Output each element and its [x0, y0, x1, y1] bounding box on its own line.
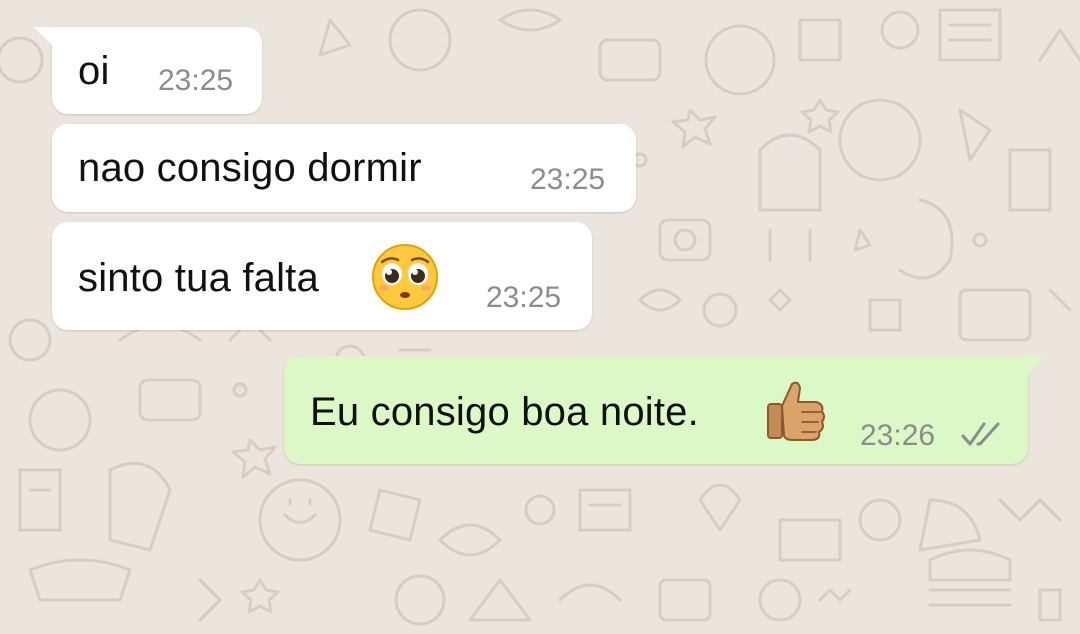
outgoing-message-bubble[interactable]: Eu consigo boa noite. 23:26: [284, 356, 1046, 464]
incoming-message-bubble[interactable]: sinto tua falta 23:25: [52, 222, 592, 330]
message-timestamp: 23:25: [486, 281, 562, 314]
message-text: Eu consigo boa noite.: [310, 390, 699, 434]
message-text: nao consigo dormir: [78, 146, 422, 190]
message-text: oi: [78, 49, 110, 93]
read-double-check-icon: [961, 422, 1000, 446]
incoming-message-bubble[interactable]: nao consigo dormir 23:25: [52, 124, 636, 212]
thumbs-up-emoji: [767, 381, 825, 441]
message-timestamp: 23:25: [530, 163, 606, 196]
incoming-message-bubble[interactable]: oi 23:25: [34, 27, 262, 114]
message-timestamp: 23:25: [158, 64, 234, 97]
chat-conversation: oi 23:25 nao consigo dormir 23:25 sinto …: [0, 0, 1080, 634]
message-text: sinto tua falta: [78, 256, 319, 300]
bubble-tail: [1024, 356, 1046, 378]
pleading-face-emoji: [372, 244, 438, 310]
message-timestamp: 23:26: [860, 419, 936, 452]
bubble-tail: [34, 27, 56, 49]
